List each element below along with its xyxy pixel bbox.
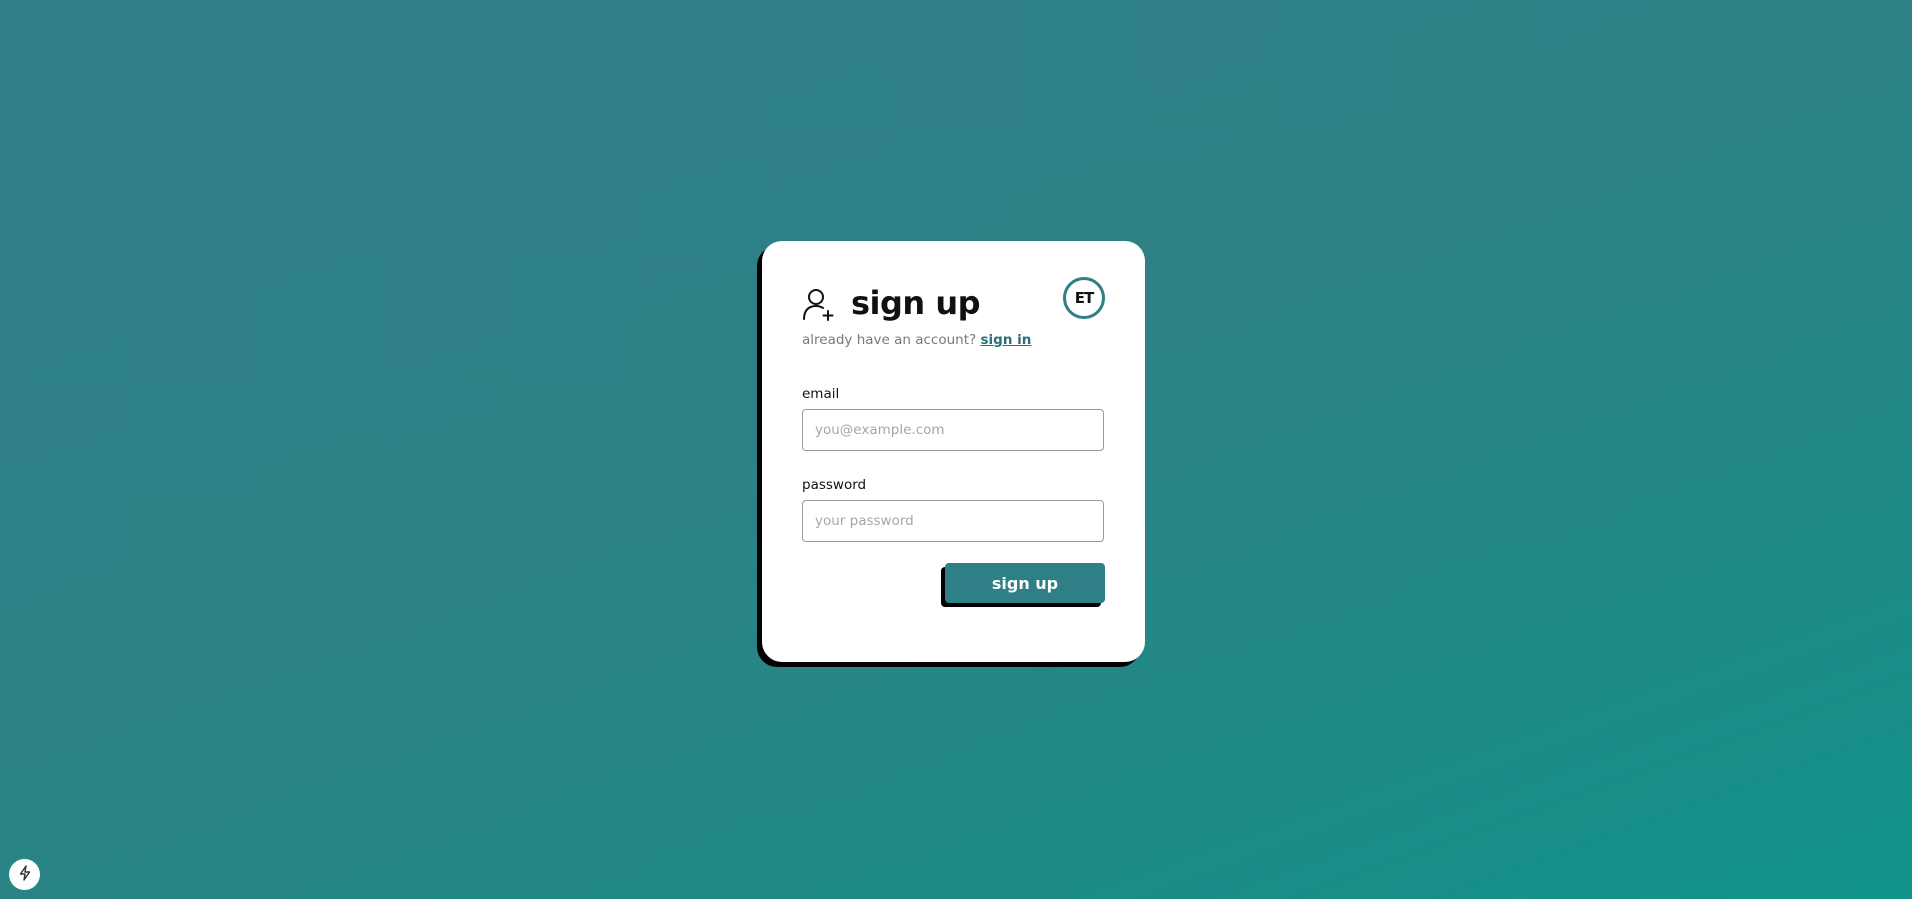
signin-link[interactable]: sign in	[981, 332, 1032, 348]
card-header: sign up ET	[802, 277, 1105, 329]
password-field-group: password	[802, 477, 1105, 542]
signup-card: sign up ET already have an account? sign…	[762, 241, 1145, 662]
page-title: sign up	[851, 284, 981, 322]
email-field-group: email	[802, 386, 1105, 451]
sign-up-button[interactable]: sign up	[945, 563, 1105, 603]
form-actions: sign up	[802, 563, 1105, 607]
dev-tools-button[interactable]	[9, 859, 40, 890]
et-logo-badge: ET	[1063, 277, 1105, 319]
email-input[interactable]	[802, 409, 1104, 451]
password-input[interactable]	[802, 500, 1104, 542]
signin-prompt: already have an account? sign in	[802, 332, 1105, 348]
lightning-bolt-icon	[18, 864, 32, 885]
signin-prompt-text: already have an account?	[802, 332, 977, 348]
user-plus-icon	[802, 287, 836, 321]
password-label: password	[802, 477, 867, 493]
email-label: email	[802, 386, 840, 402]
